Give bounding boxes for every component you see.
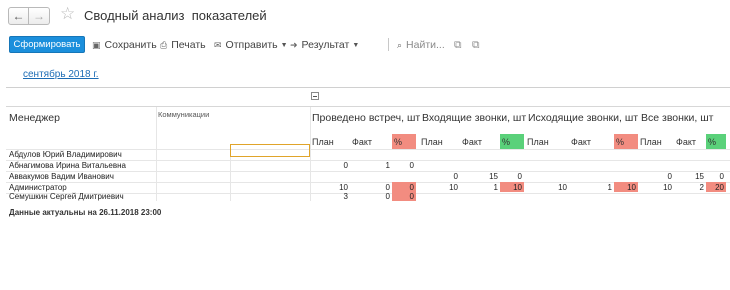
outgoing-plan-value: 10 <box>558 182 567 192</box>
meetings-plan-value: 0 <box>343 160 348 170</box>
result-button[interactable]: ➜ Результат ▼ <box>290 38 359 52</box>
send-label: Отправить <box>225 39 278 51</box>
star-icon[interactable]: ☆ <box>60 5 75 23</box>
subheader-fact: Факт <box>571 136 592 147</box>
grid-vline <box>156 107 157 201</box>
page-title: Сводный анализ показателей <box>84 8 267 23</box>
back-button[interactable]: ← <box>8 7 29 25</box>
find-next-icon: ⧉ <box>454 38 462 51</box>
subheader-fact: Факт <box>352 136 373 147</box>
subheader-plan: План <box>527 136 549 147</box>
print-button[interactable]: ⎙ Печать <box>160 38 206 52</box>
subheader-percent: % <box>500 134 524 149</box>
subheader-fact: Факт <box>676 136 697 147</box>
selected-cell[interactable] <box>230 144 310 157</box>
subheader-percent: % <box>614 134 638 149</box>
subheader-plan: План <box>312 136 334 147</box>
result-label: Результат <box>301 39 350 51</box>
outgoing-percent-value: 10 <box>614 182 638 192</box>
all-calls-plan-value: 10 <box>663 182 672 192</box>
save-button[interactable]: ▣ Сохранить <box>92 38 157 52</box>
manager-name: Семушкин Сергей Дмитриевич <box>9 191 124 201</box>
subheader-fact: Факт <box>462 136 483 147</box>
manager-name: Абдулов Юрий Владимирович <box>9 149 122 159</box>
printer-icon: ⎙ <box>160 39 168 50</box>
data-freshness-note: Данные актуальны на 26.11.2018 23:00 <box>9 208 162 217</box>
header-meetings: Проведено встреч, шт <box>312 112 421 124</box>
forward-button[interactable]: → <box>29 7 50 25</box>
subheader-percent: % <box>706 134 726 149</box>
search-icon: ⌕ <box>397 39 403 50</box>
generate-button[interactable]: Сформировать <box>9 36 85 53</box>
meetings-plan-value: 3 <box>343 191 348 201</box>
incoming-percent-value: 0 <box>517 171 522 181</box>
collapse-group-button[interactable] <box>311 92 319 100</box>
subheader-plan: План <box>640 136 662 147</box>
incoming-fact-value: 1 <box>493 182 498 192</box>
manager-name: Абнагимова Ирина Витальевна <box>9 160 126 170</box>
find-label: Найти... <box>406 39 445 51</box>
report-table: Менеджер Коммуникации Проведено встреч, … <box>6 87 730 224</box>
header-communications: Коммуникации <box>158 110 210 119</box>
meetings-fact-value: 0 <box>385 191 390 201</box>
save-label: Сохранить <box>104 39 157 51</box>
toolbar: Сформировать ▣ Сохранить ⎙ Печать ✉ Отпр… <box>0 36 730 54</box>
header-divider <box>6 106 730 107</box>
all-calls-fact-value: 15 <box>695 171 704 181</box>
all-calls-fact-value: 2 <box>699 182 704 192</box>
find-button[interactable]: ⌕ Найти... <box>397 38 445 52</box>
chevron-down-icon: ▼ <box>352 41 360 49</box>
period-link[interactable]: сентябрь 2018 г. <box>23 69 99 80</box>
meetings-fact-value: 1 <box>385 160 390 170</box>
search-next-button[interactable]: ⧉ <box>454 38 462 52</box>
arrow-left-icon: ← <box>12 9 25 23</box>
header-outgoing-calls: Исходящие звонки, шт <box>528 112 639 124</box>
header-all-calls: Все звонки, шт <box>641 112 714 124</box>
cancel-search-icon: ⧉ <box>472 38 480 51</box>
floppy-disk-icon: ▣ <box>92 39 101 50</box>
arrow-right-icon: ➜ <box>290 39 298 50</box>
arrow-right-icon: → <box>33 9 45 23</box>
meetings-percent-value: 0 <box>392 191 416 201</box>
all-calls-percent-value: 0 <box>719 171 724 181</box>
chevron-down-icon: ▼ <box>280 41 288 49</box>
manager-name: Аввакумов Вадим Иванович <box>9 171 114 181</box>
header-manager: Менеджер <box>9 112 60 124</box>
incoming-percent-value: 10 <box>500 182 524 192</box>
outgoing-fact-value: 1 <box>607 182 612 192</box>
incoming-plan-value: 10 <box>449 182 458 192</box>
incoming-plan-value: 0 <box>453 171 458 181</box>
subheader-percent: % <box>392 134 416 149</box>
header-incoming-calls: Входящие звонки, шт <box>422 112 527 124</box>
cancel-search-button[interactable]: ⧉ <box>472 38 480 52</box>
incoming-fact-value: 15 <box>489 171 498 181</box>
print-label: Печать <box>171 39 206 51</box>
meetings-percent-value: 0 <box>409 160 414 170</box>
subheader-plan: План <box>421 136 443 147</box>
all-calls-percent-value: 20 <box>706 182 726 192</box>
toolbar-separator <box>388 38 389 51</box>
envelope-icon: ✉ <box>214 39 222 50</box>
all-calls-plan-value: 0 <box>667 171 672 181</box>
send-button[interactable]: ✉ Отправить ▼ <box>214 38 288 52</box>
